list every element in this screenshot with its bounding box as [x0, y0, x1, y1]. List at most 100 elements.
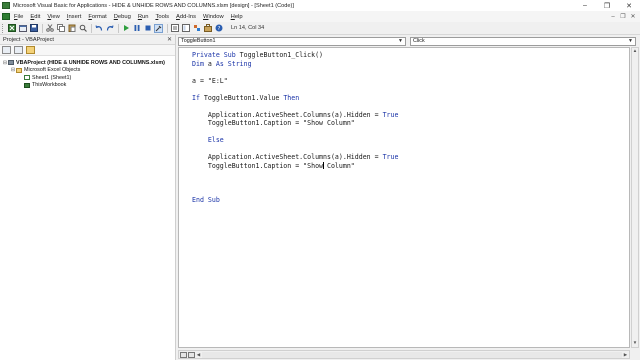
view-object-button[interactable]	[14, 46, 23, 54]
tree-item-sheet1[interactable]: Sheet1 (Sheet1)	[0, 74, 175, 82]
project-explorer-close-icon[interactable]: ✕	[167, 36, 172, 43]
break-icon[interactable]	[132, 24, 141, 33]
view-code-button[interactable]	[2, 46, 11, 54]
tree-item-vbaproject[interactable]: ⊟ VBAProject (HIDE & UNHIDE ROWS AND COL…	[0, 59, 175, 67]
project-explorer-icon[interactable]	[170, 24, 179, 33]
close-button[interactable]: ✕	[618, 0, 640, 11]
menu-window[interactable]: Window	[203, 14, 224, 20]
toggle-folders-button[interactable]	[26, 46, 35, 54]
vba-project-icon	[8, 60, 14, 66]
horizontal-scrollbar[interactable]: ◀ ▶	[178, 350, 630, 359]
mdi-close-button[interactable]: ✕	[628, 13, 638, 20]
chevron-down-icon[interactable]: ▼	[628, 38, 633, 44]
text-caret	[322, 162, 324, 169]
scroll-left-icon[interactable]: ◀	[195, 352, 202, 358]
cursor-position-status: Ln 14, Col 34	[231, 25, 265, 31]
vba-app-icon	[2, 2, 10, 9]
restore-button[interactable]: ❐	[596, 0, 618, 11]
procedure-view-button[interactable]	[180, 351, 187, 358]
menu-help[interactable]: Help	[231, 14, 243, 20]
code-line: Application.ActiveSheet.Columns(a).Hidde…	[192, 153, 399, 161]
window-controls: – ❐ ✕	[574, 0, 640, 11]
find-icon[interactable]	[78, 24, 87, 33]
full-module-view-button[interactable]	[188, 351, 195, 358]
tree-item-thisworkbook[interactable]: ThisWorkbook	[0, 82, 175, 90]
object-dropdown[interactable]: ToggleButton1 ▼	[178, 36, 406, 46]
save-icon[interactable]	[29, 24, 38, 33]
object-dropdown-value: ToggleButton1	[181, 38, 216, 44]
paste-icon[interactable]	[67, 24, 76, 33]
menu-format[interactable]: Format	[88, 14, 106, 20]
menu-edit-rest: dit	[34, 13, 41, 20]
code-line: a = "E:L"	[192, 76, 228, 85]
code-editor[interactable]: Private Sub ToggleButton1_Click() Dim a …	[178, 47, 630, 348]
design-mode-icon[interactable]	[154, 23, 163, 33]
code-line: Application.ActiveSheet.Columns(a).Hidde…	[192, 110, 399, 119]
title-bar: Microsoft Visual Basic for Applications …	[0, 0, 640, 11]
tree-item-label: VBAProject (HIDE & UNHIDE ROWS AND COLUM…	[16, 59, 165, 66]
menu-tools-rest: ools	[158, 13, 169, 20]
run-icon[interactable]	[121, 24, 130, 33]
code-line-current: ToggleButton1.Caption = "Show Column"	[192, 161, 355, 170]
toolbar-separator	[118, 23, 119, 33]
scroll-right-icon[interactable]: ▶	[622, 352, 629, 358]
menu-bar: File Edit View Insert Format Debug Run T…	[0, 11, 640, 22]
menu-view-rest: iew	[51, 13, 60, 20]
mdi-minimize-button[interactable]: –	[608, 14, 618, 20]
menu-edit[interactable]: Edit	[30, 14, 40, 20]
minimize-button[interactable]: –	[574, 0, 596, 11]
menu-view[interactable]: View	[47, 14, 59, 20]
tree-item-label: Microsoft Excel Objects	[24, 67, 81, 74]
chevron-down-icon[interactable]: ▼	[398, 38, 403, 44]
tree-item-excel-objects[interactable]: ⊟ Microsoft Excel Objects	[0, 67, 175, 75]
svg-text:?: ?	[217, 26, 220, 32]
menu-insert[interactable]: Insert	[67, 14, 82, 20]
procedure-dropdown[interactable]: Click ▼	[410, 36, 636, 46]
menu-format-rest: ormat	[91, 13, 107, 20]
view-excel-icon[interactable]	[7, 24, 16, 33]
scroll-up-icon[interactable]: ▲	[632, 48, 638, 55]
reset-icon[interactable]	[143, 24, 152, 33]
scroll-down-icon[interactable]: ▼	[632, 340, 638, 347]
tree-item-label: Sheet1 (Sheet1)	[32, 74, 72, 81]
worksheet-icon	[24, 75, 30, 81]
menu-add-ins-rest: dd-Ins	[179, 13, 196, 20]
code-line: ToggleButton1.Caption = "Show Column"	[192, 119, 355, 127]
menu-file-rest: ile	[17, 13, 24, 20]
window-title: Microsoft Visual Basic for Applications …	[13, 2, 294, 9]
redo-icon[interactable]	[105, 24, 114, 33]
insert-userform-icon[interactable]	[18, 24, 27, 33]
code-combo-bar: ToggleButton1 ▼ Click ▼	[177, 35, 640, 47]
properties-window-icon[interactable]	[181, 24, 190, 33]
toolbar-grip[interactable]	[2, 23, 5, 33]
menu-run[interactable]: Run	[138, 14, 149, 20]
copy-icon[interactable]	[56, 24, 65, 33]
horizontal-scroll-track[interactable]	[202, 351, 622, 358]
mdi-controls: – ❐ ✕	[608, 11, 638, 22]
vertical-scrollbar[interactable]: ▲ ▼	[631, 47, 639, 348]
toolbar-separator	[167, 23, 168, 33]
mdi-restore-button[interactable]: ❐	[618, 13, 628, 20]
folder-icon	[16, 67, 22, 73]
menu-tools[interactable]: Tools	[155, 14, 169, 20]
menu-debug[interactable]: Debug	[114, 14, 131, 20]
menu-window-rest: indow	[208, 13, 224, 20]
menu-file[interactable]: File	[14, 14, 23, 20]
help-icon[interactable]: ?	[214, 24, 223, 33]
menu-debug-rest: ebug	[117, 13, 131, 20]
standard-toolbar: ? Ln 14, Col 34	[0, 22, 640, 35]
object-browser-icon[interactable]	[192, 24, 201, 33]
menu-run-rest: un	[142, 13, 149, 20]
excel-icon[interactable]	[2, 13, 10, 20]
undo-icon[interactable]	[94, 24, 103, 33]
code-window: ToggleButton1 ▼ Click ▼ Private Sub Togg…	[177, 35, 640, 360]
cut-icon[interactable]	[45, 24, 54, 33]
project-explorer-panel: Project - VBAProject ✕ ⊟ VBAProject (HID…	[0, 35, 176, 360]
project-tree: ⊟ VBAProject (HIDE & UNHIDE ROWS AND COL…	[0, 56, 175, 89]
code-line: Dim a As String	[192, 59, 252, 68]
menu-add-ins[interactable]: Add-Ins	[176, 14, 196, 20]
toolbox-icon[interactable]	[203, 24, 212, 33]
code-line: Private Sub ToggleButton1_Click()	[192, 51, 324, 59]
code-line: If ToggleButton1.Value Then	[192, 93, 300, 102]
code-line: Else	[207, 136, 224, 144]
